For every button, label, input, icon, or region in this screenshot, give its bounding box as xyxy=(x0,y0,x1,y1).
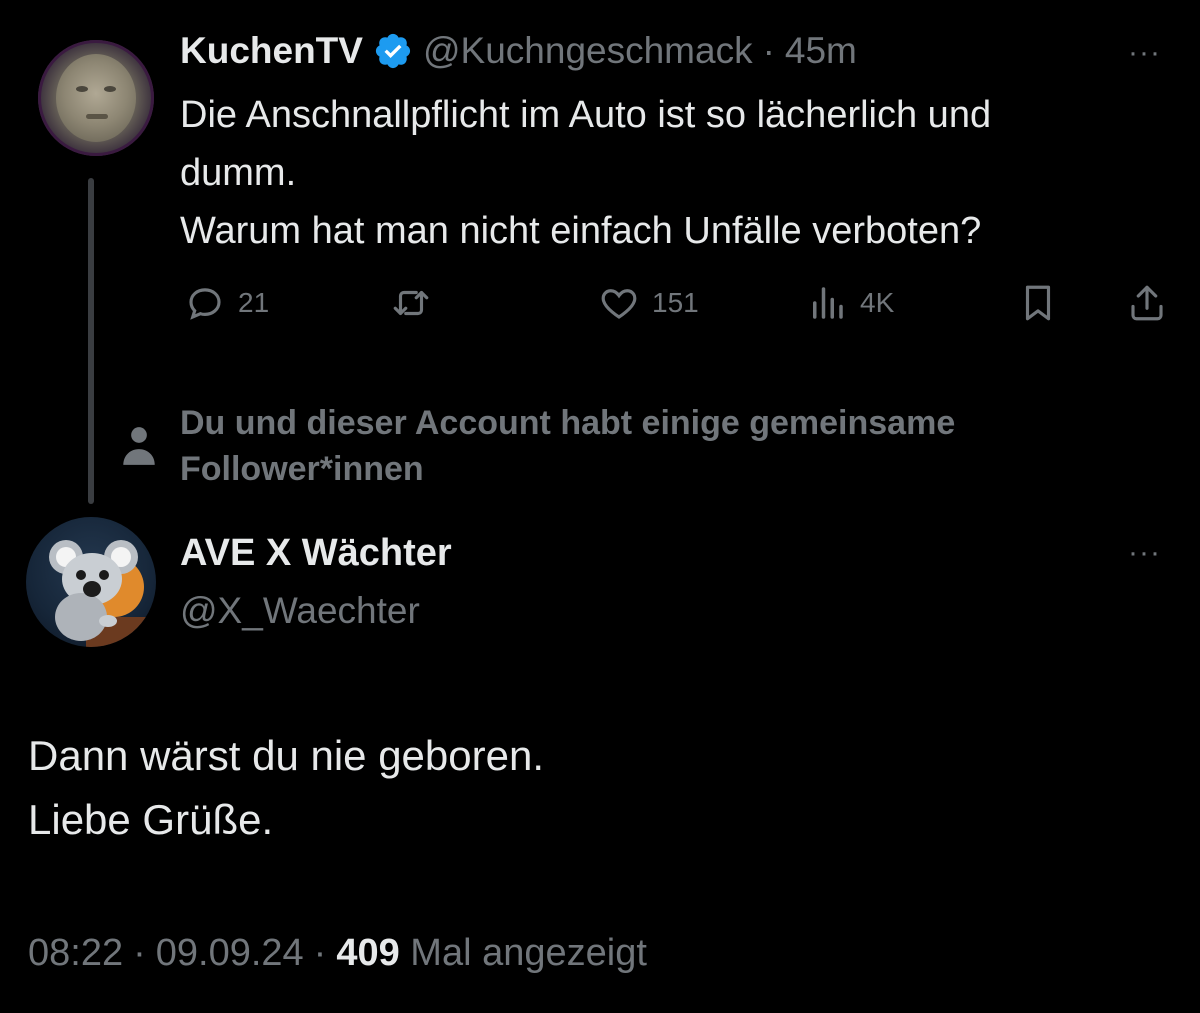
avatar-eye xyxy=(76,86,88,92)
koala-avatar-icon xyxy=(49,540,156,647)
retweet-icon xyxy=(393,290,429,316)
reply-text: Dann wärst du nie geboren. Liebe Grüße. xyxy=(28,732,544,843)
reply-more-options-icon[interactable]: ··· xyxy=(1128,536,1161,570)
like-action[interactable]: 151 xyxy=(598,282,699,324)
author-handle[interactable]: @Kuchngeschmack xyxy=(423,30,753,72)
separator-dot: · xyxy=(762,30,775,71)
view-count: 4K xyxy=(860,287,895,318)
reply-count: 21 xyxy=(238,287,270,318)
kuchentv-avatar[interactable] xyxy=(38,40,154,156)
retweet-action[interactable] xyxy=(390,282,444,324)
share-action[interactable] xyxy=(1126,282,1168,324)
tweet-header: KuchenTV @Kuchngeschmack · 45m xyxy=(180,30,857,72)
share-icon xyxy=(1131,285,1163,321)
views-action[interactable]: 4K xyxy=(806,282,894,324)
tweet-text: Die Anschnallpflicht im Auto ist so läch… xyxy=(180,94,992,252)
verified-badge-icon xyxy=(375,33,411,69)
reply-time[interactable]: 08:22 xyxy=(28,932,123,975)
views-label: Mal angezeigt xyxy=(410,932,647,974)
like-count: 151 xyxy=(652,287,699,318)
bookmark-icon xyxy=(1025,285,1051,321)
avatar-eye xyxy=(104,86,116,92)
views-count: 409 xyxy=(336,932,400,974)
author-name[interactable]: KuchenTV xyxy=(180,30,363,72)
heart-icon xyxy=(601,289,637,319)
separator-dot: · xyxy=(313,932,327,974)
reply-action[interactable]: 21 xyxy=(184,282,269,324)
avatar-face xyxy=(56,54,136,142)
person-icon xyxy=(123,427,155,465)
more-options-icon[interactable]: ··· xyxy=(1128,36,1161,70)
avatar-mouth xyxy=(86,114,108,119)
bookmark-action[interactable] xyxy=(1017,282,1059,324)
mutual-followers-text: Du und dieser Account habt einige gemein… xyxy=(180,404,956,488)
analytics-bar-icon xyxy=(813,287,843,319)
reply-meta: 08:22 · 09.09.24 · 409 Mal angezeigt xyxy=(28,932,647,975)
reply-icon xyxy=(189,288,221,320)
timestamp[interactable]: 45m xyxy=(785,30,857,72)
separator-dot: · xyxy=(133,932,146,974)
reply-author-handle[interactable]: @X_Waechter xyxy=(180,590,420,632)
x-waechter-avatar[interactable] xyxy=(26,517,156,647)
reply-date[interactable]: 09.09.24 xyxy=(156,932,304,975)
reply-author-name[interactable]: AVE X Wächter xyxy=(180,532,452,575)
thread-connector-line xyxy=(88,178,94,504)
